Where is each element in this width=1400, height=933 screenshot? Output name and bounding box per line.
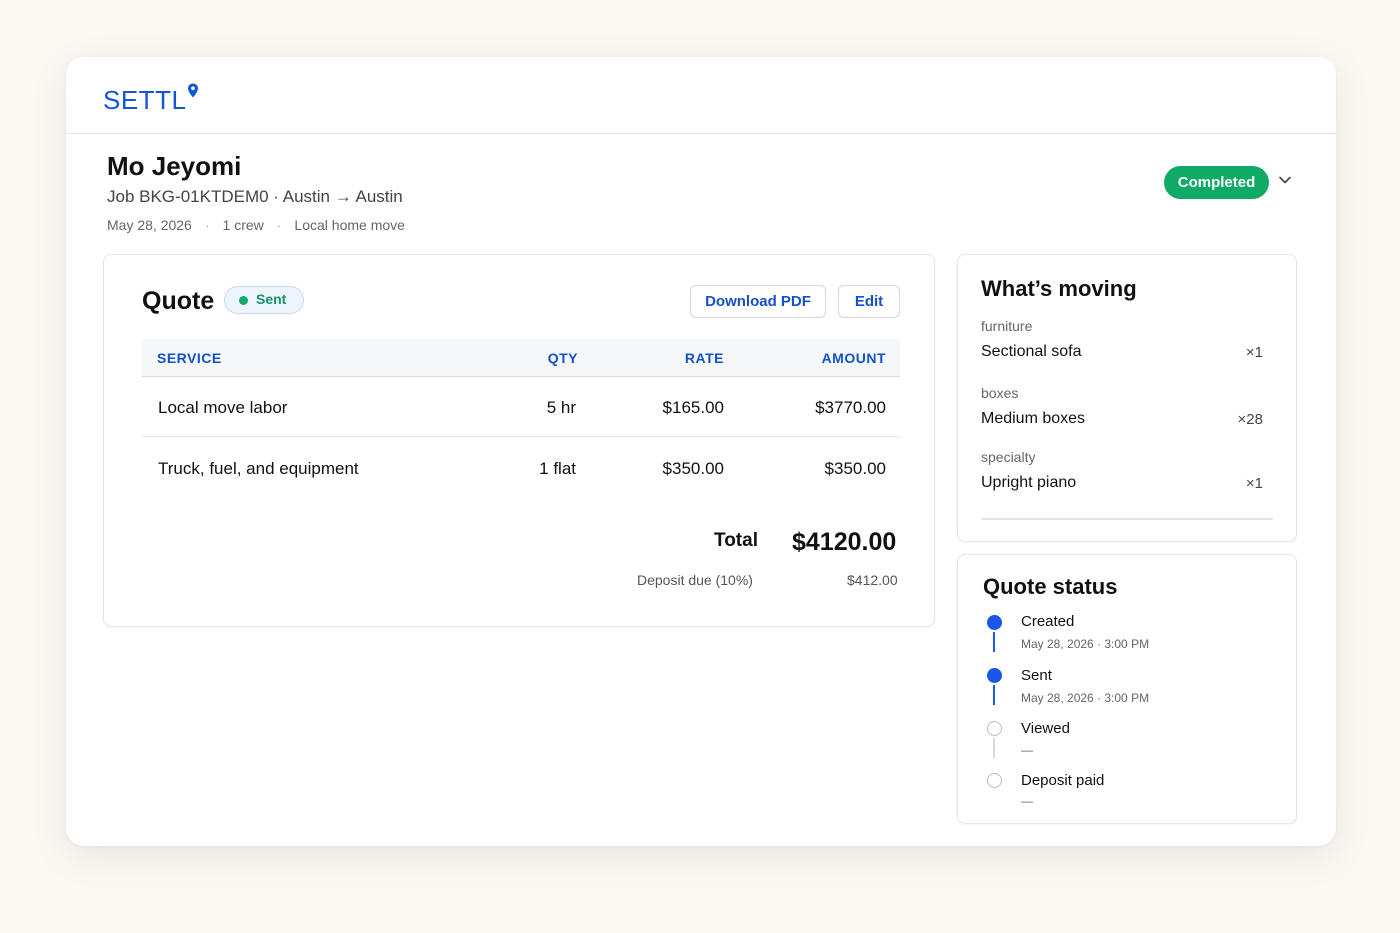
job-status-dropdown[interactable]: Completed — [1164, 166, 1269, 199]
timeline-connector — [993, 685, 995, 705]
timeline-step-time: — — [1021, 794, 1033, 808]
row-amount: $3770.00 — [815, 398, 886, 417]
table-row: Local move labor 5 hr $165.00 $3770.00 — [142, 377, 900, 437]
row-qty: 1 flat — [539, 459, 576, 478]
job-date: May 28, 2026 — [107, 217, 192, 233]
deposit-label: Deposit due (10%) — [637, 572, 753, 588]
item-qty: ×28 — [1237, 411, 1263, 428]
quote-status-badge: Sent — [224, 286, 304, 314]
row-service: Local move labor — [158, 398, 288, 417]
timeline-step-time: — — [1021, 743, 1033, 757]
whats-moving-card: What’s moving furniture Sectional sofa ×… — [957, 254, 1297, 542]
top-bar: SETTL — [66, 57, 1336, 134]
row-rate: $165.00 — [662, 398, 724, 417]
job-crew: 1 crew — [222, 217, 264, 233]
edit-quote-button[interactable]: Edit — [838, 285, 900, 318]
item-name: Upright piano — [981, 474, 1077, 491]
item-name: Medium boxes — [981, 410, 1086, 427]
timeline-connector — [993, 632, 995, 652]
app-window: SETTL Mo Jeyomi Job BKG-01KTDEM0 · Austi… — [66, 57, 1336, 846]
item-category: specialty — [981, 449, 1036, 465]
job-move-type: Local home move — [294, 217, 405, 233]
brand-logo[interactable]: SETTL — [103, 85, 186, 116]
quote-badge-label: Sent — [256, 291, 287, 307]
row-rate: $350.00 — [662, 459, 724, 478]
item-name: Sectional sofa — [981, 343, 1082, 360]
timeline-connector — [993, 738, 995, 758]
total-value: $4120.00 — [792, 528, 897, 556]
row-qty: 5 hr — [546, 398, 576, 417]
status-dot-icon — [239, 296, 248, 305]
customer-name: Mo Jeyomi — [107, 151, 242, 181]
table-row: Truck, fuel, and equipment 1 flat $350.0… — [142, 438, 900, 498]
item-qty: ×1 — [1245, 475, 1263, 492]
column-header-service: SERVICE — [157, 350, 222, 366]
quote-status-card: Quote status Created May 28, 2026 · 3:00… — [957, 554, 1297, 824]
timeline-step-label: Created — [1021, 613, 1075, 630]
quote-status-title: Quote status — [983, 574, 1118, 599]
job-meta: May 28, 2026 · 1 crew · Local home move — [107, 217, 405, 233]
job-route: Job BKG-01KTDEM0 · Austin → Austin — [107, 187, 403, 206]
total-label: Total — [714, 530, 758, 551]
timeline-step-label: Sent — [1021, 667, 1052, 684]
timeline-complete-dot-icon — [987, 615, 1002, 630]
column-header-rate: RATE — [684, 350, 724, 366]
item-category: boxes — [981, 385, 1019, 401]
item-category: furniture — [981, 318, 1033, 334]
divider — [981, 518, 1273, 520]
chevron-down-icon[interactable] — [1278, 175, 1292, 185]
column-header-amount: AMOUNT — [821, 350, 886, 366]
item-qty: ×1 — [1245, 344, 1263, 361]
deposit-value: $412.00 — [847, 572, 898, 588]
download-pdf-button[interactable]: Download PDF — [690, 285, 826, 318]
quote-title: Quote — [142, 287, 215, 315]
timeline-pending-dot-icon — [987, 721, 1002, 736]
quote-table-header: SERVICE QTY RATE AMOUNT — [142, 339, 900, 377]
quote-card: Quote Sent Download PDF Edit SERVICE QTY… — [103, 254, 935, 627]
location-pin-icon — [188, 83, 198, 98]
whats-moving-title: What’s moving — [981, 276, 1137, 301]
timeline-step-time: May 28, 2026 · 3:00 PM — [1021, 691, 1150, 705]
timeline-step-label: Deposit paid — [1021, 772, 1105, 789]
timeline-step-label: Viewed — [1021, 720, 1070, 737]
timeline-complete-dot-icon — [987, 668, 1002, 683]
timeline-pending-dot-icon — [987, 773, 1002, 788]
column-header-qty: QTY — [547, 350, 578, 366]
row-amount: $350.00 — [824, 459, 886, 478]
timeline-step-time: May 28, 2026 · 3:00 PM — [1021, 637, 1150, 651]
row-service: Truck, fuel, and equipment — [158, 459, 359, 478]
